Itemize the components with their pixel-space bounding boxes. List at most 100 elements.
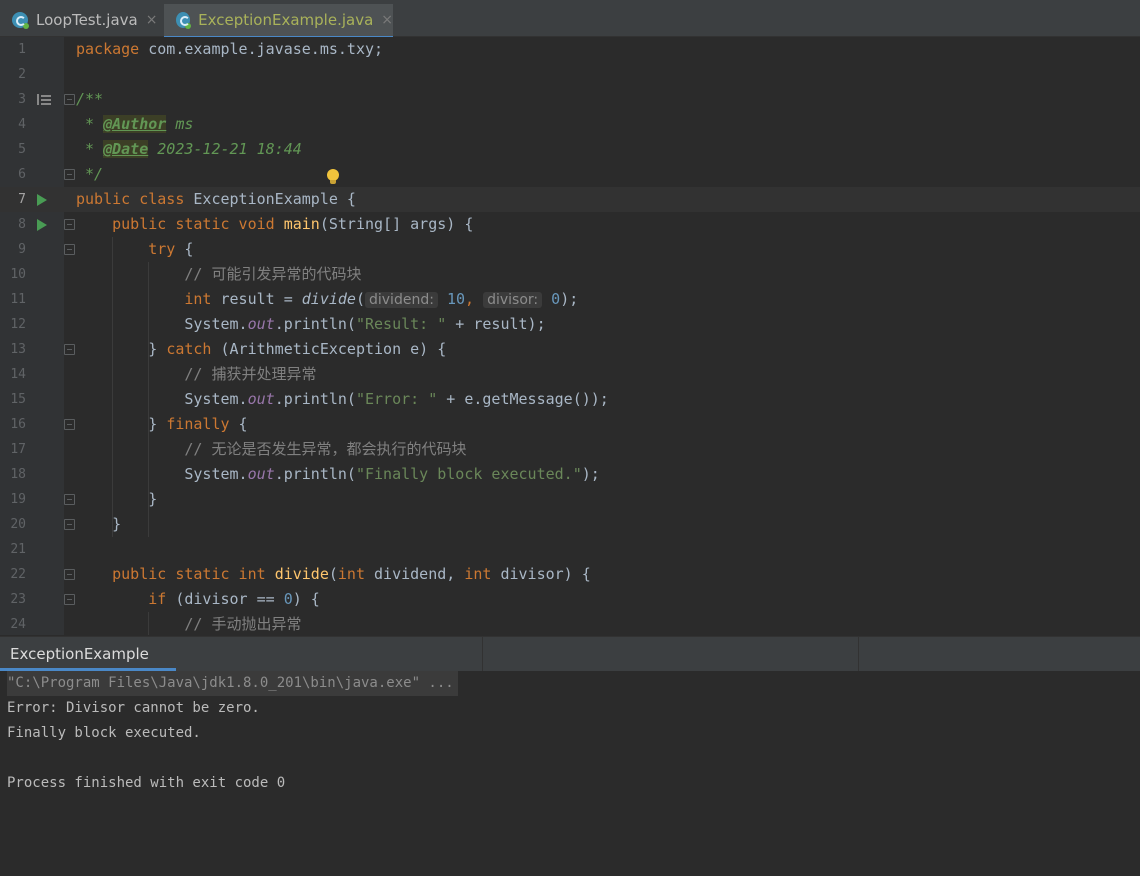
line-number: 13 <box>10 342 26 357</box>
code-text: System. <box>184 315 248 333</box>
package-name: com.example.javase.ms.txy; <box>139 40 384 58</box>
number: 10 <box>446 290 466 308</box>
run-icon[interactable] <box>37 194 47 206</box>
fold-icon[interactable] <box>64 494 75 505</box>
keyword: finally <box>166 415 230 433</box>
console-output-line: Error: Divisor cannot be zero. <box>7 700 260 716</box>
line-number: 8 <box>18 217 26 232</box>
comment: // 可能引发异常的代码块 <box>184 265 362 283</box>
console-command-line[interactable]: "C:\Program Files\Java\jdk1.8.0_201\bin\… <box>7 671 458 696</box>
class-name: ExceptionExample { <box>184 190 356 208</box>
tab-label: LoopTest.java <box>36 11 138 29</box>
code-line: 10 // 可能引发异常的代码块 <box>0 262 1140 287</box>
doc-tag: @Author <box>103 115 167 133</box>
method-call: divide <box>301 290 356 308</box>
code-text: , <box>465 290 484 308</box>
line-number: 21 <box>10 542 26 557</box>
tab-looptest[interactable]: LoopTest.java × <box>0 4 164 36</box>
code-line: 1 package com.example.javase.ms.txy; <box>0 37 1140 62</box>
fold-icon[interactable] <box>64 419 75 430</box>
keyword: public static void <box>112 215 275 233</box>
code-editor[interactable]: 1 package com.example.javase.ms.txy; 2 3… <box>0 37 1140 635</box>
code-text: } <box>148 490 158 508</box>
fold-icon[interactable] <box>64 569 75 580</box>
fold-icon[interactable] <box>64 244 75 255</box>
comment: // 捕获并处理异常 <box>184 365 317 383</box>
code-text: } <box>148 340 167 358</box>
line-number: 11 <box>10 292 26 307</box>
comment: // 手动抛出异常 <box>184 615 302 633</box>
line-number: 6 <box>18 167 26 182</box>
keyword: package <box>76 40 140 58</box>
lightbulb-icon[interactable] <box>327 169 339 184</box>
close-icon[interactable]: × <box>146 12 158 28</box>
keyword: public static int <box>112 565 266 583</box>
run-tab-exceptionexample[interactable]: ExceptionExample <box>0 637 176 671</box>
line-number: 2 <box>18 67 26 82</box>
code-line: 20 } <box>0 512 1140 537</box>
line-number: 1 <box>18 42 26 57</box>
line-number: 17 <box>10 442 26 457</box>
code-line: 17 // 无论是否发生异常，都会执行的代码块 <box>0 437 1140 462</box>
code-text: .println( <box>274 390 356 408</box>
param-hint: divisor: <box>483 292 543 308</box>
code-text: (divisor == <box>166 590 284 608</box>
code-text: result = <box>211 290 302 308</box>
param-hint: dividend: <box>365 292 438 308</box>
divider <box>482 637 483 671</box>
run-tool-window-bar: ExceptionExample <box>0 636 1140 672</box>
keyword: public class <box>76 190 185 208</box>
code-text: } <box>148 415 167 433</box>
run-icon[interactable] <box>37 219 47 231</box>
string: "Finally block executed." <box>355 465 582 483</box>
doc-comment: */ <box>76 165 104 183</box>
line-number: 5 <box>18 142 26 157</box>
line-number: 7 <box>18 192 26 207</box>
line-number: 22 <box>10 567 26 582</box>
code-text: ); <box>560 290 579 308</box>
line-number: 10 <box>10 267 26 282</box>
fold-icon[interactable] <box>64 344 75 355</box>
number: 0 <box>283 590 293 608</box>
fold-icon[interactable] <box>64 169 75 180</box>
code-line: 21 <box>0 537 1140 562</box>
code-text: dividend, <box>365 565 465 583</box>
code-line: 6 */ <box>0 162 1140 187</box>
tab-label: ExceptionExample.java <box>198 11 374 29</box>
line-number: 14 <box>10 367 26 382</box>
line-number: 9 <box>18 242 26 257</box>
code-line: 16 } finally { <box>0 412 1140 437</box>
code-line-current: 7 public class ExceptionExample { <box>0 187 1140 212</box>
code-text: System. <box>184 465 248 483</box>
field: out <box>247 465 275 483</box>
code-text: ( <box>355 290 365 308</box>
code-line: 3 /** <box>0 87 1140 112</box>
comment: // 无论是否发生异常，都会执行的代码块 <box>184 440 467 458</box>
doc-comment: 2023-12-21 18:44 <box>148 140 302 158</box>
code-text: .println( <box>274 315 356 333</box>
code-line: 2 <box>0 62 1140 87</box>
keyword: if <box>148 590 167 608</box>
line-number: 4 <box>18 117 26 132</box>
code-text: divisor) { <box>491 565 591 583</box>
code-text: ) { <box>292 590 320 608</box>
fold-icon[interactable] <box>64 219 75 230</box>
console-output-line: Process finished with exit code 0 <box>7 775 286 791</box>
code-line: 23 if (divisor == 0) { <box>0 587 1140 612</box>
divider <box>858 637 859 671</box>
fold-icon[interactable] <box>64 519 75 530</box>
doc-icon[interactable] <box>37 94 52 105</box>
fold-icon[interactable] <box>64 594 75 605</box>
close-icon[interactable]: × <box>381 12 393 28</box>
code-text: .println( <box>274 465 356 483</box>
code-line: 19 } <box>0 487 1140 512</box>
line-number: 12 <box>10 317 26 332</box>
tab-exceptionexample[interactable]: ExceptionExample.java × <box>164 4 393 39</box>
keyword: int <box>464 565 492 583</box>
fold-icon[interactable] <box>64 94 75 105</box>
code-text: + result); <box>446 315 546 333</box>
run-console[interactable]: "C:\Program Files\Java\jdk1.8.0_201\bin\… <box>0 671 1140 876</box>
code-text: ( <box>328 565 338 583</box>
line-number: 20 <box>10 517 26 532</box>
code-text: (String[] args) { <box>319 215 474 233</box>
